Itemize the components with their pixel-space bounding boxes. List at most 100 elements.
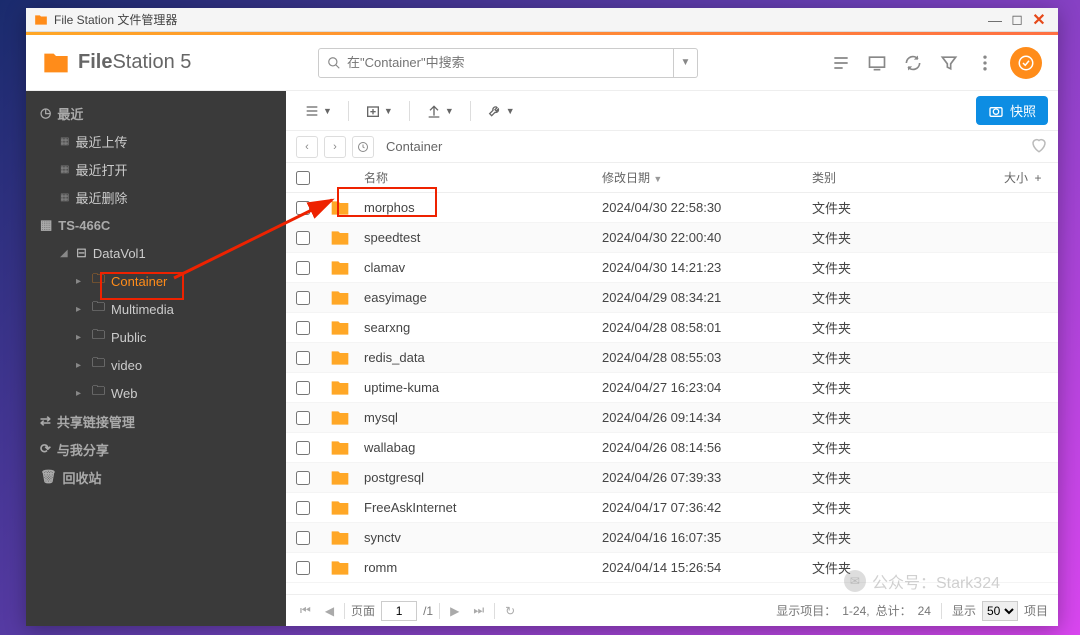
upload-button[interactable]: ▼ — [418, 97, 462, 125]
page-prev[interactable]: ◀ — [321, 604, 338, 618]
page-next[interactable]: ▶ — [446, 604, 463, 618]
select-all-checkbox[interactable] — [296, 171, 310, 185]
col-type[interactable]: 类别 — [812, 169, 972, 186]
table-row[interactable]: mysql2024/04/26 09:14:34文件夹 — [286, 403, 1058, 433]
search-input[interactable] — [347, 55, 665, 70]
sidebar-folder-video[interactable]: ▸🗀video — [26, 351, 286, 379]
row-name: synctv — [364, 530, 602, 545]
row-checkbox[interactable] — [296, 561, 310, 575]
table-body: morphos2024/04/30 22:58:30文件夹speedtest20… — [286, 193, 1058, 594]
col-date[interactable]: 修改日期 ▼ — [602, 169, 812, 186]
row-name: romm — [364, 560, 602, 575]
snapshot-button[interactable]: 快照 — [976, 96, 1048, 125]
perpage-select[interactable]: 50 — [982, 601, 1018, 621]
row-type: 文件夹 — [812, 468, 972, 487]
sidebar-share-links[interactable]: ⇄共享链接管理 — [26, 407, 286, 435]
maximize-button[interactable]: ◻ — [1006, 9, 1028, 31]
more-icon[interactable] — [974, 52, 996, 74]
page-first[interactable]: ⏮ — [296, 603, 315, 618]
page-last[interactable]: ⏭ — [469, 603, 488, 618]
folder-icon — [330, 348, 350, 368]
row-checkbox[interactable] — [296, 531, 310, 545]
filter-icon[interactable] — [938, 52, 960, 74]
close-button[interactable]: ✕ — [1028, 9, 1050, 31]
row-checkbox[interactable] — [296, 471, 310, 485]
toolbar: ▼ ▼ ▼ ▼ 快照 — [286, 91, 1058, 131]
sidebar-recent[interactable]: ◷最近 — [26, 99, 286, 127]
sidebar: ◷最近 ▦最近上传 ▦最近打开 ▦最近删除 ▦TS-466C ◢⊟DataVol… — [26, 91, 286, 626]
sidebar-shared-with-me[interactable]: ⟳与我分享 — [26, 435, 286, 463]
tools-button[interactable]: ▼ — [479, 97, 523, 125]
row-name: FreeAskInternet — [364, 500, 602, 515]
search: ▼ — [318, 48, 698, 78]
page-refresh[interactable]: ↻ — [501, 604, 519, 618]
row-checkbox[interactable] — [296, 441, 310, 455]
task-icon[interactable] — [830, 52, 852, 74]
sidebar-recent-delete[interactable]: ▦最近删除 — [26, 183, 286, 211]
row-checkbox[interactable] — [296, 321, 310, 335]
minimize-button[interactable]: — — [984, 9, 1006, 31]
col-add[interactable]: + — [1028, 171, 1048, 185]
table-row[interactable]: redis_data2024/04/28 08:55:03文件夹 — [286, 343, 1058, 373]
row-type: 文件夹 — [812, 378, 972, 397]
row-date: 2024/04/30 14:21:23 — [602, 260, 812, 275]
row-checkbox[interactable] — [296, 201, 310, 215]
row-type: 文件夹 — [812, 228, 972, 247]
view-mode-button[interactable]: ▼ — [296, 97, 340, 125]
create-button[interactable]: ▼ — [357, 97, 401, 125]
folder-icon — [330, 378, 350, 398]
row-checkbox[interactable] — [296, 411, 310, 425]
folder-icon — [330, 408, 350, 428]
sidebar-device[interactable]: ▦TS-466C — [26, 211, 286, 239]
nav-history-button[interactable] — [352, 136, 374, 158]
folder-icon — [330, 288, 350, 308]
nav-back-button[interactable]: ‹ — [296, 136, 318, 158]
table-row[interactable]: easyimage2024/04/29 08:34:21文件夹 — [286, 283, 1058, 313]
table-row[interactable]: speedtest2024/04/30 22:00:40文件夹 — [286, 223, 1058, 253]
app-window: File Station 文件管理器 — ◻ ✕ FileStation 5 ▼ — [26, 8, 1058, 626]
folder-icon — [330, 498, 350, 518]
folder-icon — [42, 49, 70, 77]
table-row[interactable]: romm2024/04/14 15:26:54文件夹 — [286, 553, 1058, 583]
row-date: 2024/04/28 08:58:01 — [602, 320, 812, 335]
sidebar-recycle[interactable]: 🗑回收站 — [26, 463, 286, 491]
sidebar-folder-container[interactable]: ▸🗀Container — [26, 267, 286, 295]
row-type: 文件夹 — [812, 498, 972, 517]
sidebar-folder-public[interactable]: ▸🗀Public — [26, 323, 286, 351]
avatar[interactable] — [1010, 47, 1042, 79]
row-name: postgresql — [364, 470, 602, 485]
table-row[interactable]: FreeAskInternet2024/04/17 07:36:42文件夹 — [286, 493, 1058, 523]
table-row[interactable]: wallabag2024/04/26 08:14:56文件夹 — [286, 433, 1058, 463]
row-date: 2024/04/29 08:34:21 — [602, 290, 812, 305]
breadcrumb-current[interactable]: Container — [386, 139, 442, 154]
remote-icon[interactable] — [866, 52, 888, 74]
table-row[interactable]: postgresql2024/04/26 07:39:33文件夹 — [286, 463, 1058, 493]
row-checkbox[interactable] — [296, 231, 310, 245]
row-checkbox[interactable] — [296, 501, 310, 515]
sidebar-folder-web[interactable]: ▸🗀Web — [26, 379, 286, 407]
sidebar-recent-upload[interactable]: ▦最近上传 — [26, 127, 286, 155]
table-row[interactable]: searxng2024/04/28 08:58:01文件夹 — [286, 313, 1058, 343]
col-size[interactable]: 大小 — [972, 169, 1028, 186]
page-input[interactable] — [381, 601, 417, 621]
row-checkbox[interactable] — [296, 351, 310, 365]
table-header: 名称 修改日期 ▼ 类别 大小 + — [286, 163, 1058, 193]
row-checkbox[interactable] — [296, 381, 310, 395]
table-row[interactable]: uptime-kuma2024/04/27 16:23:04文件夹 — [286, 373, 1058, 403]
table-row[interactable]: morphos2024/04/30 22:58:30文件夹 — [286, 193, 1058, 223]
table-row[interactable]: synctv2024/04/16 16:07:35文件夹 — [286, 523, 1058, 553]
refresh-icon[interactable] — [902, 52, 924, 74]
row-checkbox[interactable] — [296, 261, 310, 275]
table-row[interactable]: clamav2024/04/30 14:21:23文件夹 — [286, 253, 1058, 283]
clock-icon — [357, 141, 369, 153]
sidebar-recent-open[interactable]: ▦最近打开 — [26, 155, 286, 183]
col-name[interactable]: 名称 — [364, 169, 602, 186]
row-type: 文件夹 — [812, 318, 972, 337]
nav-forward-button[interactable]: › — [324, 136, 346, 158]
favorite-button[interactable] — [1030, 136, 1048, 157]
search-dropdown[interactable]: ▼ — [674, 48, 698, 78]
sidebar-folder-multimedia[interactable]: ▸🗀Multimedia — [26, 295, 286, 323]
sidebar-volume[interactable]: ◢⊟DataVol1 — [26, 239, 286, 267]
row-checkbox[interactable] — [296, 291, 310, 305]
row-type: 文件夹 — [812, 528, 972, 547]
